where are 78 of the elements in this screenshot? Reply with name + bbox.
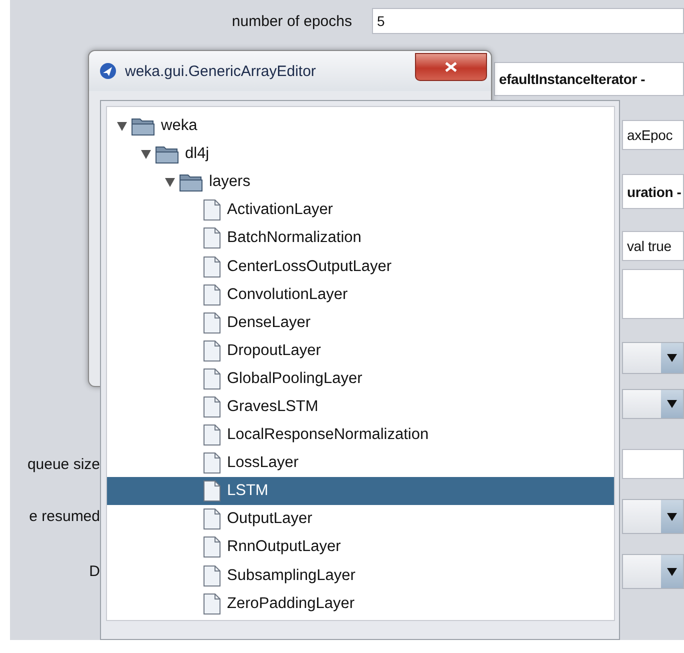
input-field[interactable] bbox=[622, 269, 684, 319]
tree-item[interactable]: LSTM bbox=[107, 477, 614, 506]
document-icon bbox=[203, 508, 221, 530]
tree-label: RnnOutputLayer bbox=[227, 538, 341, 556]
expanded-arrow-icon[interactable] bbox=[165, 178, 175, 187]
close-button[interactable] bbox=[415, 53, 487, 81]
document-icon bbox=[203, 368, 221, 390]
tree-item[interactable]: GravesLSTM bbox=[107, 392, 614, 422]
input-field[interactable]: 5 bbox=[372, 8, 684, 34]
document-icon bbox=[203, 480, 221, 502]
tree-label: LocalResponseNormalization bbox=[227, 426, 429, 444]
tree-label: LossLayer bbox=[227, 454, 299, 472]
dropdown-arrow-icon bbox=[667, 568, 677, 576]
tree-item[interactable]: OutputLayer bbox=[107, 505, 614, 534]
dropdown-arrow-icon bbox=[667, 512, 677, 520]
document-icon bbox=[203, 564, 221, 587]
tree-label: weka bbox=[161, 117, 198, 136]
tree-item[interactable]: DropoutLayer bbox=[107, 336, 614, 365]
tree-label: ActivationLayer bbox=[227, 201, 333, 220]
folder-icon bbox=[155, 144, 179, 164]
tree-item[interactable]: CenterLossOutputLayer bbox=[107, 252, 614, 281]
tree-label: layers bbox=[209, 173, 250, 192]
tree-label: LSTM bbox=[227, 482, 268, 500]
dropdown[interactable] bbox=[622, 389, 684, 419]
document-icon bbox=[203, 256, 221, 278]
tree-label: GlobalPoolingLayer bbox=[227, 370, 362, 388]
input-field[interactable]: efaultInstanceIterator - bbox=[494, 62, 684, 96]
close-icon bbox=[444, 62, 458, 72]
tree-label: CenterLossOutputLayer bbox=[227, 258, 392, 276]
tree-label: OutputLayer bbox=[227, 510, 312, 528]
expanded-arrow-icon[interactable] bbox=[117, 122, 127, 131]
tree-item[interactable]: SubsamplingLayer bbox=[107, 562, 614, 590]
input-field[interactable] bbox=[622, 449, 684, 479]
field-label: number of epochs bbox=[232, 12, 352, 30]
tree-item[interactable]: ConvolutionLayer bbox=[107, 280, 614, 309]
dropdown-arrow-icon bbox=[667, 354, 677, 362]
app-icon bbox=[99, 62, 117, 80]
document-icon bbox=[203, 592, 221, 615]
tree-label: GravesLSTM bbox=[227, 398, 318, 416]
tree-label: DenseLayer bbox=[227, 314, 311, 332]
field-label: queue size bbox=[27, 456, 100, 472]
expanded-arrow-icon[interactable] bbox=[141, 150, 151, 159]
document-icon bbox=[203, 227, 221, 250]
tree-item[interactable]: layers bbox=[107, 168, 614, 196]
tree-label: DropoutLayer bbox=[227, 342, 321, 360]
input-field[interactable]: val true bbox=[622, 231, 684, 261]
document-icon bbox=[203, 340, 221, 362]
tree-item[interactable]: ActivationLayer bbox=[107, 196, 614, 224]
tree-item[interactable]: RnnOutputLayer bbox=[107, 533, 614, 562]
tree-item[interactable]: ZeroPaddingLayer bbox=[107, 590, 614, 618]
field-label: e resumed bbox=[29, 508, 100, 525]
document-icon bbox=[203, 452, 221, 474]
tree-item[interactable]: GlobalPoolingLayer bbox=[107, 364, 614, 393]
tree-label: SubsamplingLayer bbox=[227, 566, 356, 585]
tree-label: dl4j bbox=[185, 145, 210, 164]
tree-item[interactable]: BatchNormalization bbox=[107, 224, 614, 252]
tree-label: ConvolutionLayer bbox=[227, 286, 348, 304]
document-icon bbox=[203, 536, 221, 558]
tree-item[interactable]: weka bbox=[107, 112, 614, 140]
tree-item[interactable]: DenseLayer bbox=[107, 308, 614, 337]
tree-item[interactable]: dl4j bbox=[107, 140, 614, 168]
tree-item[interactable]: LossLayer bbox=[107, 449, 614, 478]
field-label: D bbox=[89, 563, 100, 580]
document-icon bbox=[203, 199, 221, 222]
window-title: weka.gui.GenericArrayEditor bbox=[125, 62, 316, 80]
document-icon bbox=[203, 424, 221, 446]
input-field[interactable]: uration - bbox=[622, 174, 684, 209]
tree-item[interactable]: LocalResponseNormalization bbox=[107, 421, 614, 450]
folder-icon bbox=[131, 116, 155, 136]
input-field[interactable]: axEpoc bbox=[622, 120, 684, 150]
document-icon bbox=[203, 396, 221, 418]
document-icon bbox=[203, 312, 221, 334]
dropdown-arrow-icon bbox=[667, 400, 677, 408]
folder-icon bbox=[179, 172, 203, 192]
dropdown[interactable] bbox=[622, 342, 684, 374]
tree-label: ZeroPaddingLayer bbox=[227, 594, 355, 613]
document-icon bbox=[203, 284, 221, 306]
tree-label: BatchNormalization bbox=[227, 229, 362, 248]
